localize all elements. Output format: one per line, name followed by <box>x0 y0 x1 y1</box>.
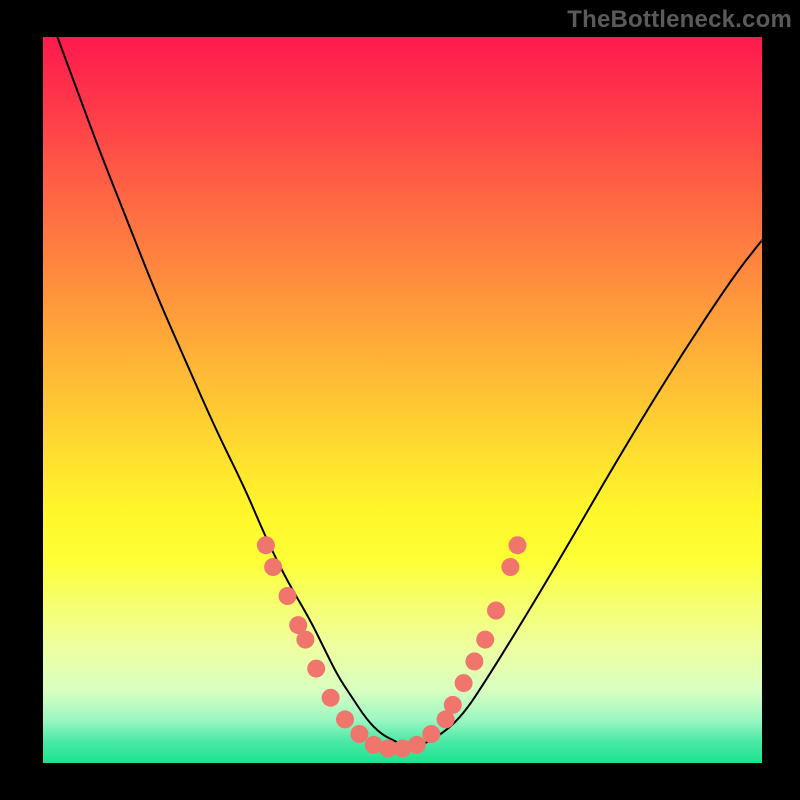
data-dot <box>501 558 519 576</box>
data-dot <box>476 631 494 649</box>
data-dot <box>465 652 483 670</box>
data-dot <box>444 696 462 714</box>
data-dot <box>350 725 368 743</box>
data-dot <box>408 736 426 754</box>
data-dot <box>279 587 297 605</box>
data-dot <box>257 536 275 554</box>
chart-frame: TheBottleneck.com <box>0 0 800 800</box>
data-dot <box>487 602 505 620</box>
data-dot <box>336 710 354 728</box>
data-dot <box>509 536 527 554</box>
bottleneck-curve <box>57 37 762 747</box>
data-dot <box>264 558 282 576</box>
data-dot <box>296 631 314 649</box>
data-dot <box>422 725 440 743</box>
dot-markers <box>257 536 527 757</box>
chart-svg <box>43 37 762 763</box>
data-dot <box>307 660 325 678</box>
data-dot <box>455 674 473 692</box>
watermark-text: TheBottleneck.com <box>567 6 792 34</box>
data-dot <box>322 689 340 707</box>
